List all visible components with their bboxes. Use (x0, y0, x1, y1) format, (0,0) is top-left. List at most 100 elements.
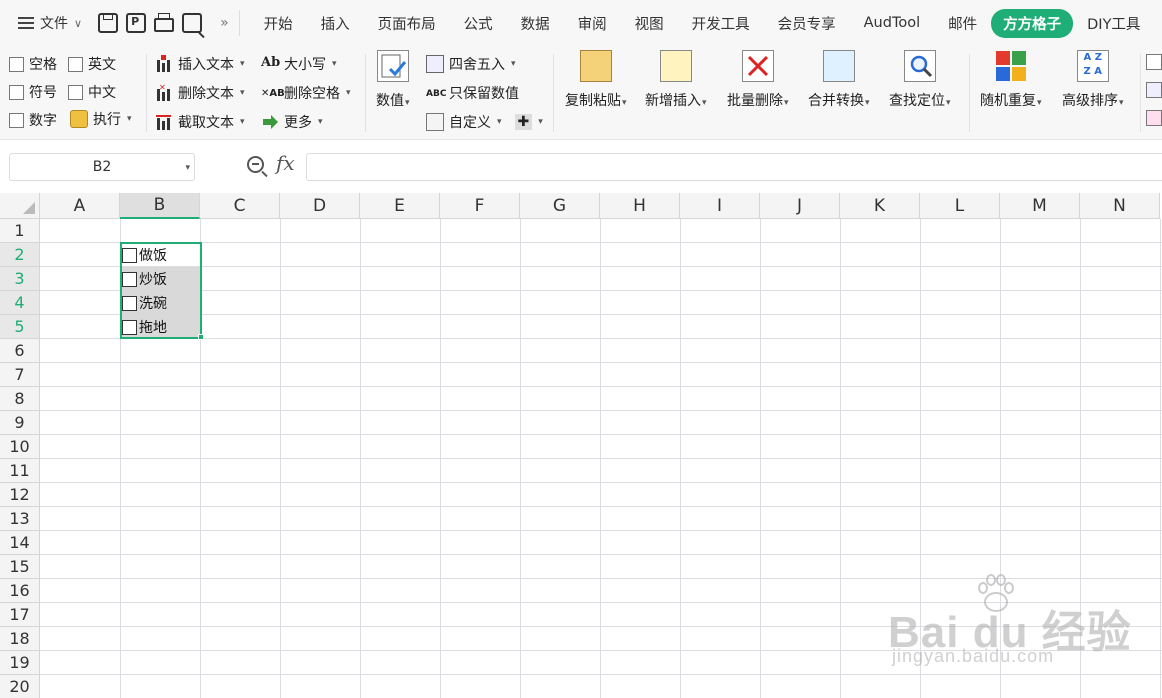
column-header-k[interactable]: K (840, 193, 920, 219)
tab-4[interactable]: 数据 (507, 13, 564, 34)
find-locate-button[interactable]: 查找定位▾ (889, 50, 951, 110)
row-header-12[interactable]: 12 (0, 483, 40, 507)
row-header-10[interactable]: 10 (0, 435, 40, 459)
zoom-icon[interactable] (247, 156, 264, 173)
checkbox[interactable] (68, 84, 83, 100)
extract-text-button[interactable]: 截取文本 ▾ (155, 112, 245, 132)
insert-new-button[interactable]: 新增插入▾ (645, 50, 707, 110)
check-number[interactable]: 数字 (9, 110, 57, 130)
batch-delete-button[interactable]: 批量删除▾ (727, 50, 789, 110)
row-header-5[interactable]: 5 (0, 315, 40, 339)
cell-b2[interactable]: 做饭 (121, 243, 201, 267)
custom-button[interactable]: 自定义 ▾ ✚ ▾ (426, 112, 543, 132)
tool-icon[interactable] (1146, 82, 1162, 98)
remove-spaces-button[interactable]: ✕AB 删除空格 ▾ (261, 83, 351, 103)
checkbox[interactable] (9, 112, 24, 128)
tab-5[interactable]: 审阅 (564, 13, 621, 34)
select-all-button[interactable] (0, 193, 40, 219)
tab-8[interactable]: 会员专享 (764, 13, 850, 34)
row-header-13[interactable]: 13 (0, 507, 40, 531)
checkbox[interactable] (9, 56, 24, 72)
case-button[interactable]: Ab 大小写 ▾ (261, 54, 337, 74)
column-header-l[interactable]: L (920, 193, 1000, 219)
insert-text-button[interactable]: 插入文本 ▾ (155, 54, 245, 74)
tool-icon[interactable] (1146, 110, 1162, 126)
column-header-h[interactable]: H (600, 193, 680, 219)
tab-11[interactable]: 方方格子 (991, 8, 1074, 38)
name-box[interactable]: B2 ▾ (9, 153, 195, 181)
column-header-j[interactable]: J (760, 193, 840, 219)
function-icon[interactable]: fx (276, 151, 295, 175)
row-header-2[interactable]: 2 (0, 243, 40, 267)
checkbox[interactable] (9, 84, 24, 100)
check-space[interactable]: 空格 (9, 54, 57, 74)
checkbox[interactable] (122, 295, 137, 311)
column-header-e[interactable]: E (360, 193, 440, 219)
checkbox[interactable] (122, 247, 137, 263)
more-tools-strip[interactable] (1146, 54, 1162, 132)
row-header-6[interactable]: 6 (0, 339, 40, 363)
row-header-17[interactable]: 17 (0, 603, 40, 627)
tab-0[interactable]: 开始 (250, 13, 307, 34)
advanced-sort-button[interactable]: A ZZ A 高级排序▾ (1062, 50, 1124, 110)
tool-icon[interactable] (1146, 54, 1162, 70)
chevron-down-icon[interactable]: ▾ (185, 163, 190, 173)
column-header-g[interactable]: G (520, 193, 600, 219)
checkbox[interactable] (122, 271, 137, 287)
cell-b5[interactable]: 拖地 (121, 315, 201, 339)
column-header-i[interactable]: I (680, 193, 760, 219)
check-chinese[interactable]: 中文 (68, 82, 116, 102)
tab-3[interactable]: 公式 (450, 13, 507, 34)
row-header-11[interactable]: 11 (0, 459, 40, 483)
row-header-19[interactable]: 19 (0, 651, 40, 675)
column-header-a[interactable]: A (40, 193, 120, 219)
column-header-n[interactable]: N (1080, 193, 1160, 219)
formula-input[interactable] (306, 153, 1162, 181)
row-header-18[interactable]: 18 (0, 627, 40, 651)
row-header-1[interactable]: 1 (0, 219, 40, 243)
row-header-14[interactable]: 14 (0, 531, 40, 555)
keep-values-button[interactable]: ABC 只保留数值 (426, 83, 519, 103)
random-repeat-button[interactable]: 随机重复▾ (980, 50, 1042, 110)
row-header-8[interactable]: 8 (0, 387, 40, 411)
check-symbol[interactable]: 符号 (9, 82, 57, 102)
checkbox[interactable] (122, 319, 137, 335)
round-button[interactable]: 四舍五入 ▾ (426, 54, 516, 74)
tab-6[interactable]: 视图 (621, 13, 678, 34)
tab-7[interactable]: 开发工具 (678, 13, 764, 34)
fill-handle[interactable] (198, 334, 204, 340)
row-header-4[interactable]: 4 (0, 291, 40, 315)
cell-b3[interactable]: 炒饭 (121, 267, 201, 291)
export-pdf-icon[interactable] (126, 13, 147, 33)
print-icon[interactable] (154, 13, 175, 32)
row-header-3[interactable]: 3 (0, 267, 40, 291)
row-header-9[interactable]: 9 (0, 411, 40, 435)
checkbox[interactable] (68, 56, 83, 72)
file-menu-button[interactable]: 文件 ∨ (18, 13, 82, 33)
delete-text-button[interactable]: ✕ 删除文本 ▾ (155, 83, 245, 103)
print-preview-icon[interactable] (182, 13, 203, 33)
more-button[interactable]: 更多 ▾ (261, 112, 323, 132)
save-icon[interactable] (98, 13, 119, 33)
row-header-7[interactable]: 7 (0, 363, 40, 387)
check-english[interactable]: 英文 (68, 54, 116, 74)
column-header-m[interactable]: M (1000, 193, 1080, 219)
execute-button[interactable]: 执行 ▾ (70, 109, 132, 129)
column-header-f[interactable]: F (440, 193, 520, 219)
row-header-16[interactable]: 16 (0, 579, 40, 603)
more-quick-access-icon[interactable]: » (220, 15, 229, 31)
copy-paste-button[interactable]: 复制粘贴▾ (565, 50, 627, 110)
merge-convert-button[interactable]: 合并转换▾ (808, 50, 870, 110)
tab-2[interactable]: 页面布局 (364, 13, 450, 34)
tab-10[interactable]: 邮件 (934, 13, 991, 34)
tab-9[interactable]: AudTool (850, 15, 934, 31)
number-button[interactable]: 数值▾ (376, 50, 410, 110)
row-header-20[interactable]: 20 (0, 675, 40, 698)
plus-icon[interactable]: ✚ (514, 114, 533, 130)
tab-12[interactable]: DIY工具 (1073, 13, 1154, 34)
row-header-15[interactable]: 15 (0, 555, 40, 579)
column-header-c[interactable]: C (200, 193, 280, 219)
column-header-b[interactable]: B (120, 193, 200, 219)
tab-1[interactable]: 插入 (307, 13, 364, 34)
cell-b4[interactable]: 洗碗 (121, 291, 201, 315)
